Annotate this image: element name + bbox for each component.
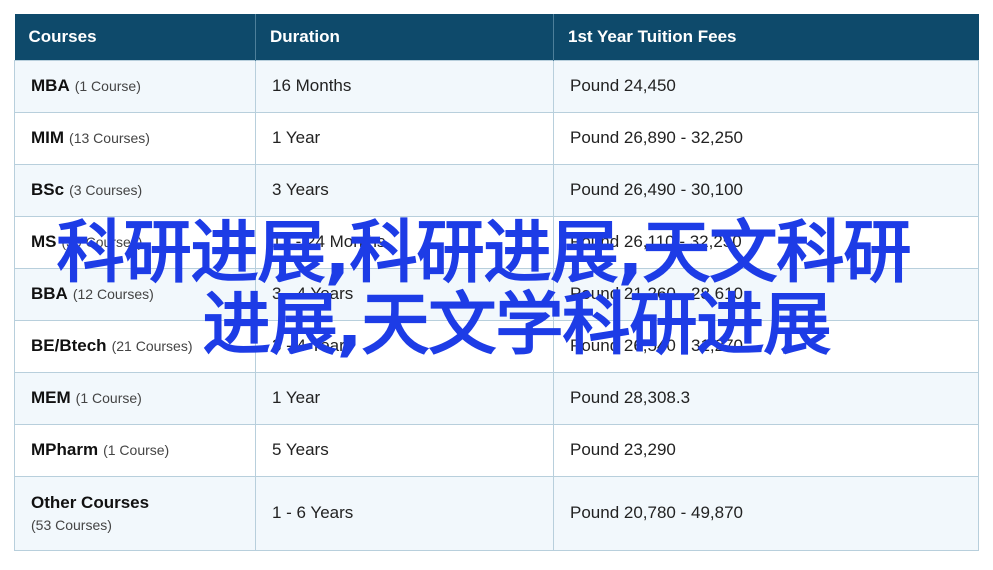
table-row: BSc (3 Courses) 3 Years Pound 26,490 - 30… [14,163,979,217]
table-row: MS (39 Courses) 12 - 24 Months Pound 26,1… [14,215,979,269]
course-cell: MBA (1 Course) [14,59,256,113]
table-row: MBA (1 Course) 16 Months Pound 24,450 [14,59,979,113]
table-row: MIM (13 Courses) 1 Year Pound 26,890 - 32… [14,111,979,165]
duration-cell: 1 Year [255,111,554,165]
fee-cell: Pound 21,260 - 28,610 [553,267,979,321]
table-row: Other Courses (53 Courses) 1 - 6 Years Po… [14,475,979,551]
course-name[interactable]: Other Courses [31,493,149,512]
fee-cell: Pound 26,110 - 32,250 [553,215,979,269]
fee-cell: Pound 28,308.3 [553,371,979,425]
course-count: (1 Course) [74,78,141,94]
course-count: (53 Courses) [31,517,112,533]
duration-cell: 16 Months [255,59,554,113]
duration-cell: 5 Years [255,423,554,477]
duration-cell: 1 Year [255,371,554,425]
duration-cell: 12 - 24 Months [255,215,554,269]
course-name[interactable]: BSc [31,180,64,199]
page: Courses Duration 1st Year Tuition Fees M… [0,0,993,570]
table-row: BE/Btech (21 Courses) 3 - 4 Years Pound 2… [14,319,979,373]
course-name[interactable]: BBA [31,284,68,303]
fee-cell: Pound 26,540 - 31,270 [553,319,979,373]
table-header-row: Courses Duration 1st Year Tuition Fees [14,14,979,60]
duration-cell: 3 Years [255,163,554,217]
course-count: (1 Course) [103,442,170,458]
duration-cell: 1 - 6 Years [255,475,554,551]
course-count: (39 Courses) [61,234,143,250]
course-name[interactable]: MIM [31,128,64,147]
course-count: (21 Courses) [111,338,193,354]
course-cell: BSc (3 Courses) [14,163,256,217]
table-row: MPharm (1 Course) 5 Years Pound 23,290 [14,423,979,477]
course-name[interactable]: MBA [31,76,70,95]
course-cell: MIM (13 Courses) [14,111,256,165]
fee-cell: Pound 23,290 [553,423,979,477]
tuition-fees-table: Courses Duration 1st Year Tuition Fees M… [14,14,979,551]
course-cell: MPharm (1 Course) [14,423,256,477]
fee-cell: Pound 26,890 - 32,250 [553,111,979,165]
fee-cell: Pound 20,780 - 49,870 [553,475,979,551]
course-count: (1 Course) [75,390,142,406]
table-row: BBA (12 Courses) 3 - 4 Years Pound 21,260… [14,267,979,321]
course-name[interactable]: MEM [31,388,71,407]
course-cell: MEM (1 Course) [14,371,256,425]
course-name[interactable]: MS [31,232,57,251]
fee-cell: Pound 24,450 [553,59,979,113]
duration-cell: 3 - 4 Years [255,319,554,373]
course-name[interactable]: MPharm [31,440,98,459]
table-row: MEM (1 Course) 1 Year Pound 28,308.3 [14,371,979,425]
header-courses: Courses [14,14,256,60]
course-count: (12 Courses) [72,286,154,302]
header-tuition-fees: 1st Year Tuition Fees [553,14,979,60]
course-count: (13 Courses) [69,130,150,146]
fee-cell: Pound 26,490 - 30,100 [553,163,979,217]
course-cell: Other Courses (53 Courses) [14,475,256,551]
course-cell: MS (39 Courses) [14,215,256,269]
course-count: (3 Courses) [69,182,143,198]
header-duration: Duration [255,14,554,60]
course-cell: BBA (12 Courses) [14,267,256,321]
course-cell: BE/Btech (21 Courses) [14,319,256,373]
course-name[interactable]: BE/Btech [31,336,107,355]
duration-cell: 3 - 4 Years [255,267,554,321]
